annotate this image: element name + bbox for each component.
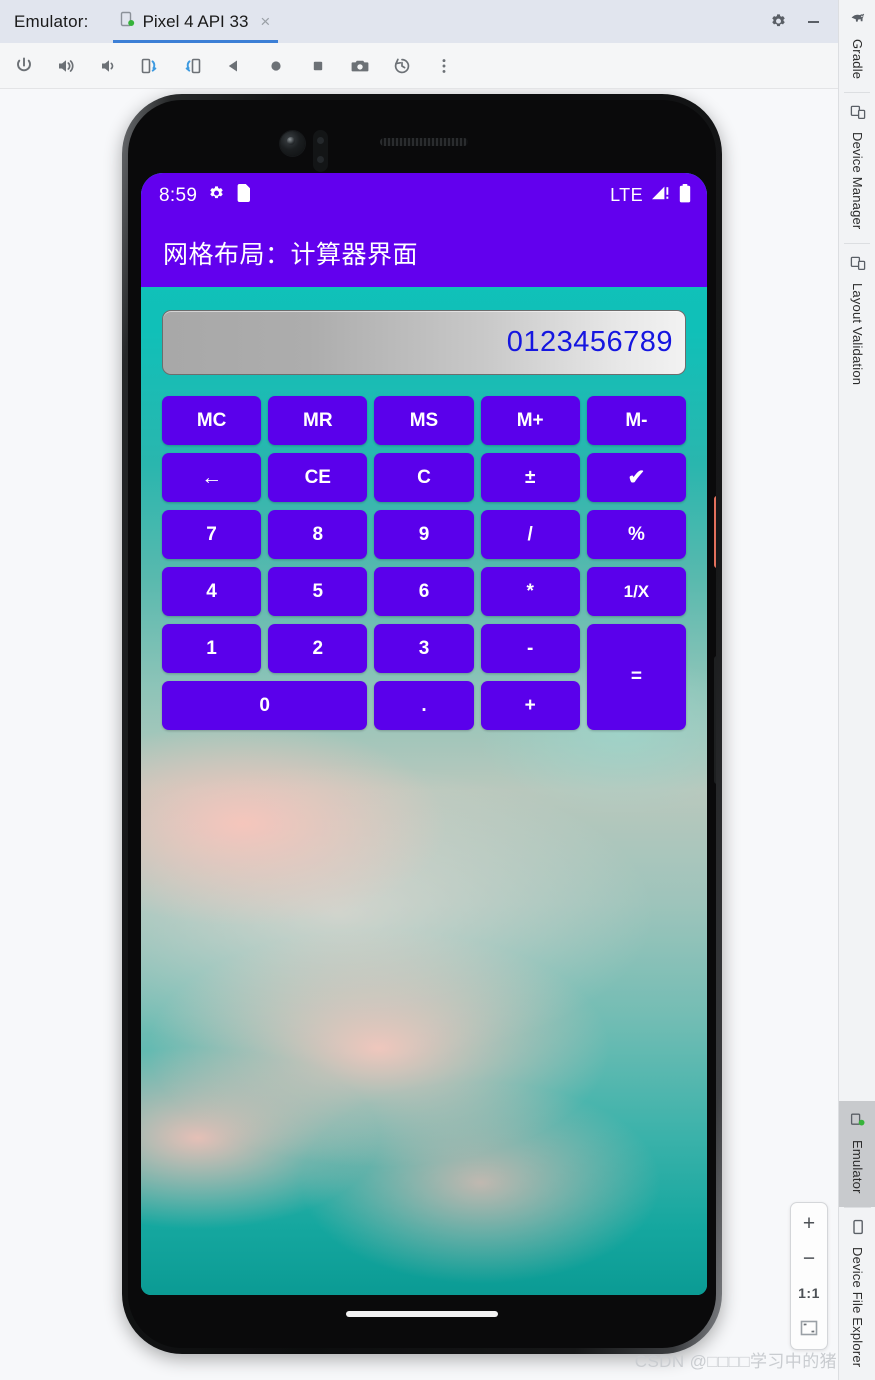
- calc-button-digit-6[interactable]: 6: [374, 567, 474, 616]
- status-time: 8:59: [159, 184, 198, 206]
- tool-strip-item-gradle[interactable]: Gradle: [839, 0, 875, 92]
- navigation-gesture-area[interactable]: [141, 1292, 703, 1336]
- calc-button-confirm[interactable]: ✔: [586, 453, 686, 502]
- home-circle-icon[interactable]: [262, 52, 290, 80]
- gesture-pill[interactable]: [346, 1311, 498, 1317]
- more-vertical-icon[interactable]: [430, 52, 458, 80]
- calc-button-divide[interactable]: /: [480, 510, 580, 559]
- calculator-button-grid: MC MR MS M+ M- ← CE C ± ✔ 7 8 9/% 4 5 6 * 1/X 1 2 3- = 0. +: [162, 396, 686, 730]
- calculator-layout: 0123456789 MC MR MS M+ M- ← CE C ± ✔ 7 8 9/% 4 5 6 * 1/X 1…: [141, 287, 707, 1295]
- earpiece-speaker: [380, 138, 468, 146]
- calc-button-memory-subtract[interactable]: M-: [586, 396, 686, 445]
- calc-button-multiply[interactable]: *: [480, 567, 580, 616]
- right-tool-window-strip: Gradle Device Manager Layout Validation Em…: [838, 0, 875, 1380]
- calc-button-digit-8[interactable]: 8: [268, 510, 368, 559]
- device-manager-icon: [850, 104, 866, 125]
- calc-button-digit-9[interactable]: 9: [374, 510, 474, 559]
- header-actions: [770, 13, 838, 30]
- display-value: 0123456789: [506, 326, 673, 358]
- tab-label: Pixel 4 API 33: [142, 11, 249, 31]
- signal-bar-icon: [651, 184, 671, 207]
- tab-pixel-4-api-33[interactable]: Pixel 4 API 33 ×: [111, 0, 281, 43]
- volume-rocker-hardware[interactable]: [714, 656, 716, 784]
- phone-screen[interactable]: 8:59 LTE 网格布局：计算器界面 0123456789 MC MR MS …: [141, 173, 707, 1295]
- calc-button-reciprocal[interactable]: 1/X: [586, 567, 686, 616]
- tool-strip-label: Device File Explorer: [850, 1246, 865, 1367]
- calculator-display[interactable]: 0123456789: [162, 310, 686, 375]
- emulator-device-icon: [850, 1112, 866, 1133]
- tool-window-title: Emulator:: [14, 11, 89, 31]
- layout-validation-icon: [850, 255, 866, 276]
- calc-button-memory-recall[interactable]: MR: [268, 396, 368, 445]
- calc-button-memory-clear[interactable]: MC: [162, 396, 262, 445]
- rotate-left-icon[interactable]: [136, 52, 164, 80]
- calc-button-equals[interactable]: =: [586, 624, 686, 730]
- phone-device-frame: 8:59 LTE 网格布局：计算器界面 0123456789 MC MR MS …: [122, 94, 722, 1354]
- gear-icon[interactable]: [770, 13, 787, 30]
- calc-button-digit-0[interactable]: 0: [162, 681, 368, 730]
- calc-button-memory-add[interactable]: M+: [480, 396, 580, 445]
- sensor-array-icon: [313, 130, 328, 172]
- calc-button-digit-1[interactable]: 1: [162, 624, 262, 673]
- calc-button-add[interactable]: +: [480, 681, 580, 730]
- tool-strip-item-layout-validation[interactable]: Layout Validation: [839, 244, 875, 398]
- zoom-controls-panel: + − 1:1: [790, 1202, 828, 1350]
- back-triangle-icon[interactable]: [220, 52, 248, 80]
- actual-size-button[interactable]: 1:1: [794, 1281, 824, 1305]
- close-icon[interactable]: ×: [260, 13, 270, 30]
- gear-icon: [208, 185, 225, 207]
- tool-strip-label: Layout Validation: [850, 282, 865, 385]
- calc-button-sign-toggle[interactable]: ±: [480, 453, 580, 502]
- power-button-hardware[interactable]: [714, 496, 716, 568]
- tool-strip-label: Gradle: [850, 39, 865, 80]
- network-type: LTE: [610, 185, 643, 205]
- minimize-icon[interactable]: [805, 13, 822, 30]
- calc-button-memory-store[interactable]: MS: [374, 396, 474, 445]
- front-camera-icon: [280, 131, 305, 156]
- phone-bezel: 8:59 LTE 网格布局：计算器界面 0123456789 MC MR MS …: [128, 100, 716, 1348]
- sdcard-icon: [236, 184, 251, 207]
- calc-button-digit-4[interactable]: 4: [162, 567, 262, 616]
- calc-button-digit-7[interactable]: 7: [162, 510, 262, 559]
- emulator-canvas[interactable]: 8:59 LTE 网格布局：计算器界面 0123456789 MC MR MS …: [0, 89, 838, 1380]
- rotate-right-icon[interactable]: [178, 52, 206, 80]
- calc-button-decimal-point[interactable]: .: [374, 681, 474, 730]
- emulator-tool-window-header: Emulator: Pixel 4 API 33 ×: [0, 0, 838, 43]
- tool-strip-label: Emulator: [850, 1140, 865, 1194]
- calc-button-clear[interactable]: C: [374, 453, 474, 502]
- android-status-bar: 8:59 LTE: [141, 173, 707, 218]
- emulator-toolbar: [0, 43, 838, 89]
- device-file-explorer-icon: [850, 1219, 866, 1240]
- page-title: 网格布局：计算器界面: [163, 240, 419, 269]
- calc-button-clear-entry[interactable]: CE: [268, 453, 368, 502]
- calc-button-percent[interactable]: %: [586, 510, 686, 559]
- calc-button-digit-2[interactable]: 2: [268, 624, 368, 673]
- zoom-out-button[interactable]: −: [794, 1246, 824, 1270]
- camera-icon[interactable]: [346, 52, 374, 80]
- zoom-in-button[interactable]: +: [794, 1211, 824, 1235]
- tool-strip-label: Device Manager: [850, 132, 865, 230]
- history-clock-icon[interactable]: [388, 52, 416, 80]
- volume-up-icon[interactable]: [52, 52, 80, 80]
- tool-strip-item-device-file-explorer[interactable]: Device File Explorer: [839, 1208, 875, 1380]
- power-icon[interactable]: [10, 52, 38, 80]
- overview-square-icon[interactable]: [304, 52, 332, 80]
- gradle-elephant-icon: [850, 11, 866, 32]
- device-phone-icon: [119, 11, 136, 33]
- calc-button-digit-3[interactable]: 3: [374, 624, 474, 673]
- calc-button-digit-5[interactable]: 5: [268, 567, 368, 616]
- volume-down-icon[interactable]: [94, 52, 122, 80]
- calc-button-backspace[interactable]: ←: [162, 453, 262, 502]
- app-bar: 网格布局：计算器界面: [141, 218, 707, 287]
- battery-icon: [679, 183, 691, 208]
- calc-button-subtract[interactable]: -: [480, 624, 580, 673]
- tool-strip-item-device-manager[interactable]: Device Manager: [839, 93, 875, 242]
- tool-strip-item-emulator[interactable]: Emulator: [839, 1101, 875, 1207]
- fit-screen-icon[interactable]: [794, 1316, 824, 1340]
